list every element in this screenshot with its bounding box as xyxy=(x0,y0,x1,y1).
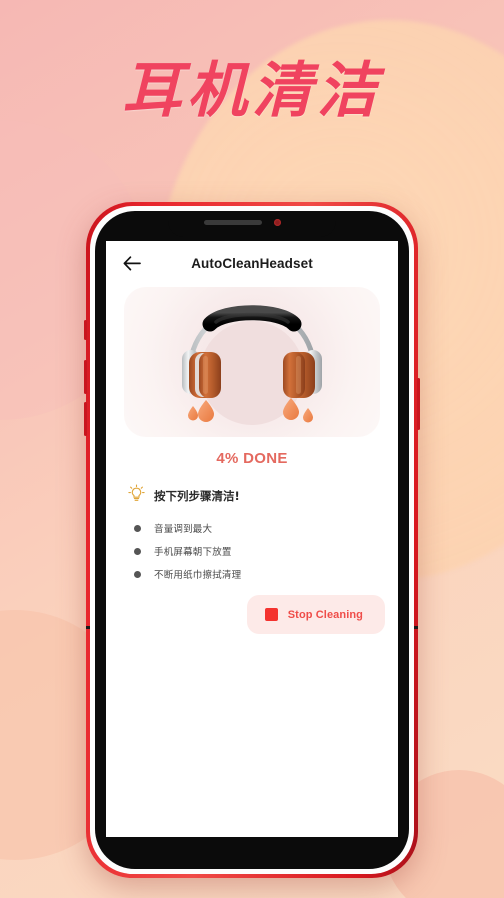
speaker-grille-icon xyxy=(204,220,262,225)
list-item: 手机屏幕朝下放置 xyxy=(134,544,398,558)
antenna-band-right xyxy=(414,626,418,629)
progress-percent-label: 4% DONE xyxy=(216,450,288,467)
steps-list: 音量调到最大 手机屏幕朝下放置 不断用纸巾擦拭清理 xyxy=(134,521,398,581)
power-button[interactable] xyxy=(417,378,420,430)
phone-bezel-outline: AutoCleanHeadset 4% DONE 按下列步骤清洁! 音量调到最大… xyxy=(90,206,414,874)
tip-text: 按下列步骤清洁! xyxy=(154,489,240,503)
lightbulb-icon xyxy=(128,484,145,508)
phone-bezel: AutoCleanHeadset 4% DONE 按下列步骤清洁! 音量调到最大… xyxy=(95,211,409,869)
front-camera-icon xyxy=(274,219,281,226)
list-item: 音量调到最大 xyxy=(134,521,398,535)
step-text: 手机屏幕朝下放置 xyxy=(154,547,232,558)
bullet-dot-icon xyxy=(134,547,141,555)
step-text: 音量调到最大 xyxy=(154,524,213,535)
app-screen: AutoCleanHeadset 4% DONE 按下列步骤清洁! 音量调到最大… xyxy=(106,241,398,837)
step-text: 不断用纸巾擦拭清理 xyxy=(154,570,242,581)
volume-up-button[interactable] xyxy=(84,360,87,394)
poster-title: 耳机清洁 xyxy=(0,42,504,129)
stop-cleaning-button[interactable]: Stop Cleaning xyxy=(246,595,385,634)
poster-title-text: 耳机清洁 xyxy=(122,56,382,126)
volume-down-button[interactable] xyxy=(84,402,87,436)
phone-notch xyxy=(168,211,336,237)
back-button[interactable] xyxy=(114,245,150,281)
stop-button-container: Stop Cleaning xyxy=(106,595,385,634)
bullet-dot-icon xyxy=(134,570,141,578)
stop-cleaning-label: Stop Cleaning xyxy=(287,608,363,621)
app-bar: AutoCleanHeadset xyxy=(106,241,398,285)
hero-illustration-card xyxy=(124,287,380,437)
stop-square-icon xyxy=(264,608,278,621)
phone-mockup: AutoCleanHeadset 4% DONE 按下列步骤清洁! 音量调到最大… xyxy=(84,202,420,878)
bullet-dot-icon xyxy=(134,524,141,532)
back-arrow-icon xyxy=(123,255,141,271)
headphones-with-water-drops-illustration xyxy=(166,296,338,429)
tip-row: 按下列步骤清洁! xyxy=(128,484,398,508)
silent-switch[interactable] xyxy=(84,320,87,340)
list-item: 不断用纸巾擦拭清理 xyxy=(134,567,398,581)
